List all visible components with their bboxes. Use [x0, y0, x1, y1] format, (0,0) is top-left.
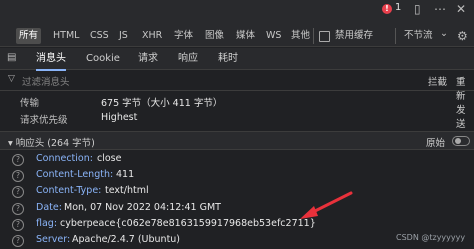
- annotation-arrow: [300, 191, 353, 219]
- watermark: CSDN @tzyyyyyy: [396, 233, 466, 242]
